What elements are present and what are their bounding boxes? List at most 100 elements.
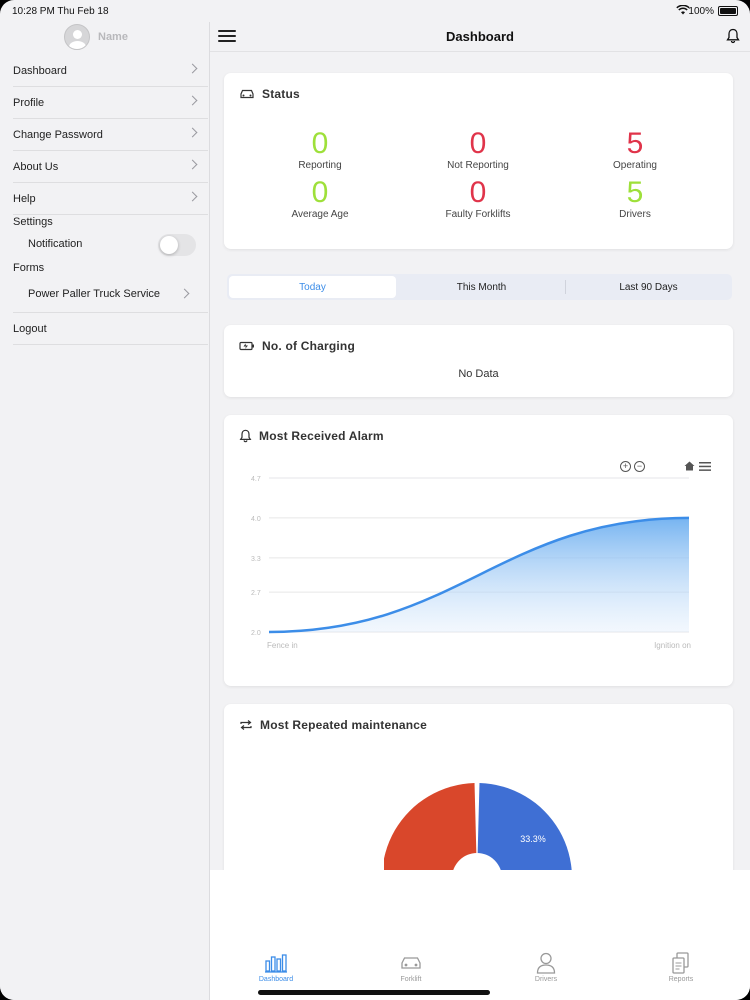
avatar [64,24,90,50]
battery-charging-icon [239,341,254,351]
tab-today[interactable]: Today [229,276,396,298]
forms-section-label: Forms [13,262,45,274]
repeat-icon [240,720,252,730]
dashboard-content[interactable]: Status 0 Reporting 0 Not Reporting 5 Ope… [210,52,750,870]
settings-section-label: Settings [13,216,53,228]
no-data-text: No Data [458,368,499,380]
maintenance-card: Most Repeated maintenance 33.3% [224,704,733,870]
alarm-card-header: Most Received Alarm [239,429,384,443]
home-indicator [258,990,490,995]
chevron-right-icon [187,63,198,74]
notification-toggle[interactable] [158,234,196,256]
status-time: 10:28 PM Thu Feb 18 [12,6,109,17]
sidebar-item-label: Power Paller Truck Service [28,287,161,300]
y-tick-label: 4.7 [251,476,261,483]
tabbar-label: Dashboard [258,976,294,983]
page-title: Dashboard [446,29,514,44]
sidebar-item-about-us[interactable]: About Us [13,151,208,183]
pie-slice-label: 33.3% [520,834,546,844]
stat-faulty-forklifts: 0 Faulty Forklifts [398,176,558,221]
stat-value: 0 [469,127,487,160]
stat-value: 0 [311,176,329,209]
notification-label: Notification [28,238,83,250]
stat-label: Average Age [291,209,349,220]
bottom-tab-bar: Dashboard Forklift Drivers Reports [210,870,750,1000]
alarm-card: Most Received Alarm + − 4.7 4.0 3.3 2.7 2.0 F… [224,415,733,686]
person-icon [511,952,581,974]
stat-label: Drivers [619,209,651,220]
sidebar-item-label: Help [13,192,36,205]
notification-bell-icon[interactable] [726,28,740,49]
pie-slice[interactable] [477,783,572,870]
sidebar-item-power-paller-truck-service[interactable]: Power Paller Truck Service [13,275,208,313]
tabbar-item-reports[interactable]: Reports [646,952,716,983]
alarm-area-chart[interactable]: 4.7 4.0 3.3 2.7 2.0 Fence in Ignition on [249,460,719,660]
sidebar-item-label: About Us [13,160,59,173]
sidebar: Name Dashboard Profile Change Password A… [0,22,210,1000]
stat-drivers: 5 Drivers [555,176,715,221]
chevron-right-icon [187,191,198,202]
charging-card-header: No. of Charging [239,339,355,353]
sidebar-item-dashboard[interactable]: Dashboard [13,55,208,87]
stat-not-reporting: 0 Not Reporting [398,127,558,172]
sidebar-menu: Dashboard Profile Change Password About … [0,55,210,345]
sidebar-item-profile[interactable]: Profile [13,87,208,119]
stat-label: Operating [613,160,657,171]
stat-label: Reporting [298,160,342,171]
chevron-right-icon [187,95,198,106]
charging-card-title: No. of Charging [262,339,355,353]
chevron-right-icon [179,288,190,299]
profile-name: Name [98,31,128,43]
system-status-bar: 10:28 PM Thu Feb 18 100% [0,0,750,22]
y-tick-label: 2.0 [251,630,261,637]
battery-percent: 100% [688,6,714,17]
x-tick-label: Ignition on [654,641,691,650]
stat-label: Faulty Forklifts [445,209,511,220]
sidebar-item-label: Logout [13,322,47,335]
app-frame: 10:28 PM Thu Feb 18 100% Name Dashboard … [0,0,750,1000]
chevron-right-icon [187,159,198,170]
notification-row: Notification [28,229,210,259]
top-navigation-bar: Dashboard [210,22,750,52]
period-segmented-control: Today This Month Last 90 Days [227,274,732,300]
sidebar-item-change-password[interactable]: Change Password [13,119,208,151]
car-icon [376,952,446,974]
stat-value: 5 [626,127,644,160]
maintenance-card-title: Most Repeated maintenance [260,718,428,732]
profile-header[interactable]: Name [64,24,128,50]
sidebar-item-logout[interactable]: Logout [13,313,208,345]
status-card-header: Status [239,87,300,101]
x-tick-label: Fence in [267,641,298,650]
sidebar-item-label: Dashboard [13,64,67,77]
maintenance-pie-chart[interactable]: 33.3% [384,782,574,870]
sidebar-item-help[interactable]: Help [13,183,208,215]
tabbar-label: Reports [668,976,694,983]
charging-card: No. of Charging No Data [224,325,733,397]
stat-operating: 5 Operating [555,127,715,172]
tabbar-item-forklift[interactable]: Forklift [376,952,446,983]
y-tick-label: 2.7 [251,590,261,597]
bar-chart-icon [241,952,311,974]
y-tick-label: 3.3 [251,556,261,563]
status-card: Status 0 Reporting 0 Not Reporting 5 Ope… [224,73,733,249]
stat-value: 5 [626,176,644,209]
status-card-title: Status [262,87,300,101]
tabbar-item-dashboard[interactable]: Dashboard [241,952,311,983]
tab-last-90-days[interactable]: Last 90 Days [565,274,732,300]
y-tick-label: 4.0 [251,516,261,523]
tabbar-label: Forklift [400,976,422,983]
alarm-card-title: Most Received Alarm [259,429,384,443]
tabbar-label: Drivers [534,976,558,983]
pie-slice[interactable] [384,783,477,870]
tab-this-month[interactable]: This Month [398,274,565,300]
tabbar-item-drivers[interactable]: Drivers [511,952,581,983]
documents-icon [646,952,716,974]
stat-label: Not Reporting [447,160,509,171]
stat-value: 0 [311,127,329,160]
sidebar-item-label: Profile [13,96,45,109]
car-icon [240,89,254,99]
stat-average-age: 0 Average Age [240,176,400,221]
stat-reporting: 0 Reporting [240,127,400,172]
stat-value: 0 [469,176,487,209]
chevron-right-icon [187,127,198,138]
